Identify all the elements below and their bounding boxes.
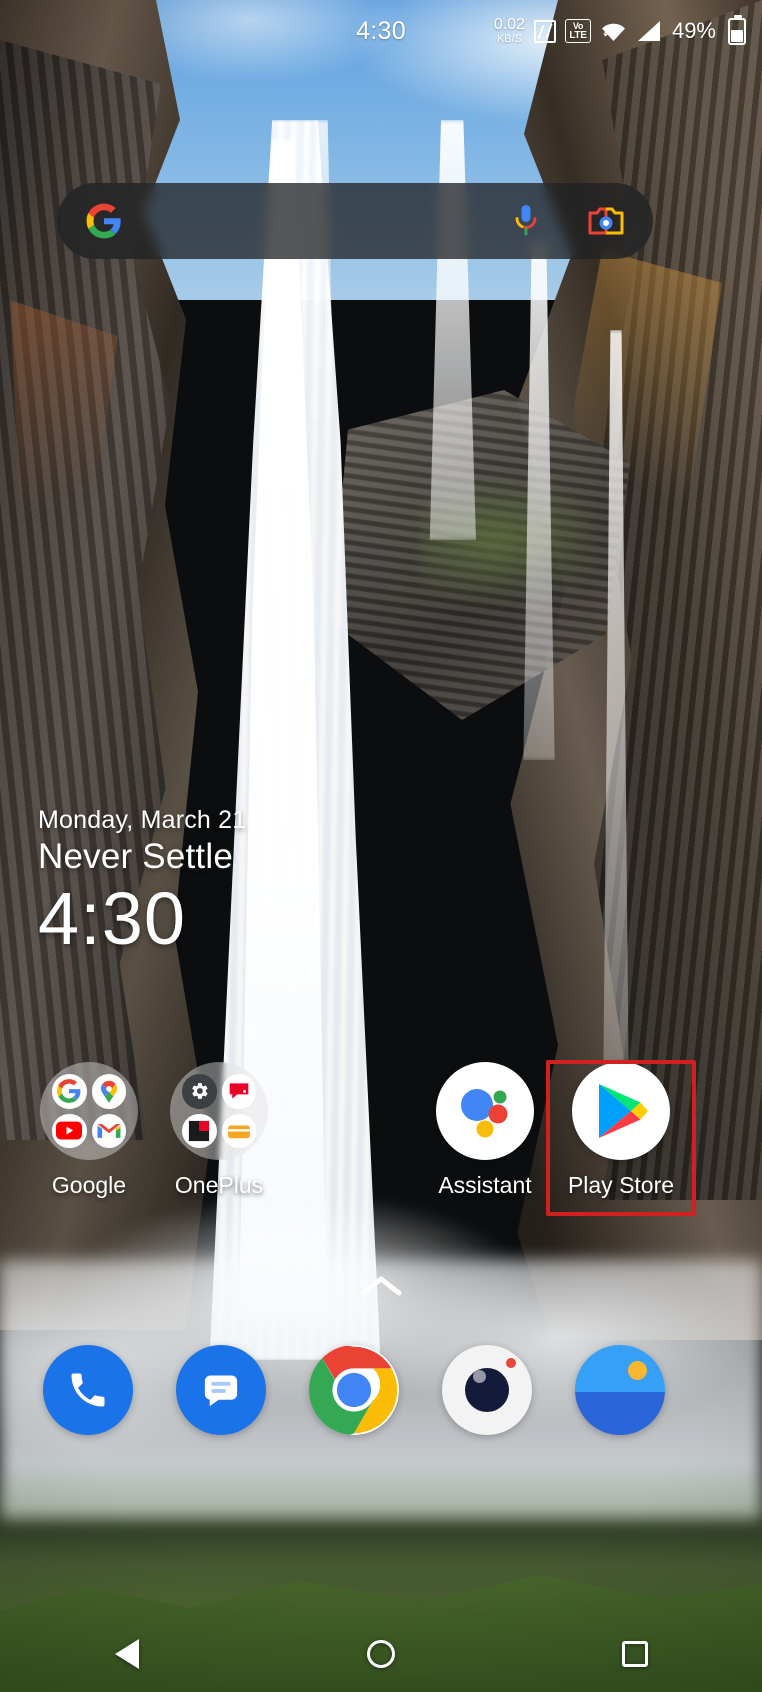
- google-lens-camera-icon[interactable]: [587, 204, 625, 238]
- clock-widget-date: Monday, March 21: [38, 806, 247, 834]
- network-speed-unit: KB/S: [496, 33, 522, 45]
- nav-back[interactable]: [79, 1616, 175, 1692]
- recents-square-icon: [622, 1641, 648, 1667]
- home-circle-icon: [367, 1640, 395, 1668]
- microphone-icon[interactable]: [513, 203, 539, 239]
- status-bar-indicators: 0.02 KB/S Vo LTE 49%: [494, 14, 746, 45]
- dock-messages[interactable]: [176, 1345, 266, 1435]
- battery-fill: [731, 30, 743, 42]
- dock: [0, 1345, 762, 1455]
- folder-preview-grid: [170, 1062, 268, 1160]
- phone-icon: [43, 1345, 133, 1435]
- back-triangle-icon: [115, 1639, 139, 1669]
- youtube-icon: [52, 1113, 87, 1148]
- nav-home[interactable]: [333, 1616, 429, 1692]
- dock-gallery[interactable]: [575, 1345, 665, 1435]
- oneplus-store-icon: [221, 1113, 256, 1148]
- nfc-icon: [533, 19, 556, 43]
- app-google-folder-icon[interactable]: [40, 1062, 138, 1160]
- settings-gear-icon: [182, 1074, 217, 1109]
- camera-icon: [442, 1345, 532, 1435]
- app-google-assistant-icon[interactable]: [436, 1062, 534, 1160]
- nav-recents[interactable]: [587, 1616, 683, 1692]
- wifi-icon: [600, 20, 627, 42]
- dock-chrome[interactable]: [309, 1345, 399, 1435]
- app-play-store-label: Play Store: [567, 1172, 675, 1198]
- app-google-assistant-label: Assistant: [438, 1172, 532, 1198]
- app-google-folder-label: Google: [51, 1172, 127, 1198]
- app-drawer-handle[interactable]: [331, 1273, 431, 1307]
- app-oneplus-folder[interactable]: OnePlus: [144, 1062, 294, 1199]
- google-search-widget[interactable]: [57, 183, 653, 259]
- status-bar[interactable]: 4:30 0.02 KB/S Vo LTE 49%: [0, 0, 762, 62]
- clock-widget[interactable]: Monday, March 21 Never Settle 4:30: [38, 806, 558, 962]
- gallery-icon: [575, 1345, 665, 1435]
- battery-percent-label: 49%: [671, 18, 716, 43]
- app-play-store[interactable]: Play Store: [546, 1062, 696, 1199]
- google-play-store-icon: [572, 1062, 670, 1160]
- google-assistant-icon: [436, 1062, 534, 1160]
- network-speed-value: 0.02: [493, 16, 525, 33]
- navigation-bar: [0, 1616, 762, 1692]
- network-speed-indicator: 0.02 KB/S: [494, 17, 525, 45]
- folder-preview-grid: [40, 1062, 138, 1160]
- clock-widget-slogan: Never Settle: [38, 837, 233, 876]
- app-oneplus-folder-label: OnePlus: [174, 1172, 264, 1198]
- messages-icon: [176, 1345, 266, 1435]
- chrome-icon: [309, 1345, 399, 1435]
- google-maps-icon: [91, 1074, 126, 1109]
- dock-camera[interactable]: [442, 1345, 532, 1435]
- volte-icon: Vo LTE: [564, 19, 591, 43]
- volte-icon-line2: LTE: [569, 29, 587, 41]
- cellular-signal-icon: [636, 20, 661, 42]
- gmail-icon: [91, 1113, 126, 1148]
- app-google-folder[interactable]: Google: [14, 1062, 164, 1199]
- app-play-store-icon[interactable]: [572, 1062, 670, 1160]
- oneplus-switch-icon: [182, 1113, 217, 1148]
- clock-widget-time: 4:30: [38, 877, 187, 960]
- battery-icon: [728, 14, 746, 45]
- oneplus-community-icon: [221, 1074, 256, 1109]
- app-google-assistant[interactable]: Assistant: [410, 1062, 560, 1199]
- dock-phone[interactable]: [43, 1345, 133, 1435]
- google-g-logo: [85, 202, 123, 240]
- app-oneplus-folder-icon[interactable]: [170, 1062, 268, 1160]
- home-screen-app-row: Google OnePlus Assistant Play Store: [0, 1062, 762, 1222]
- google-search-icon: [52, 1074, 87, 1109]
